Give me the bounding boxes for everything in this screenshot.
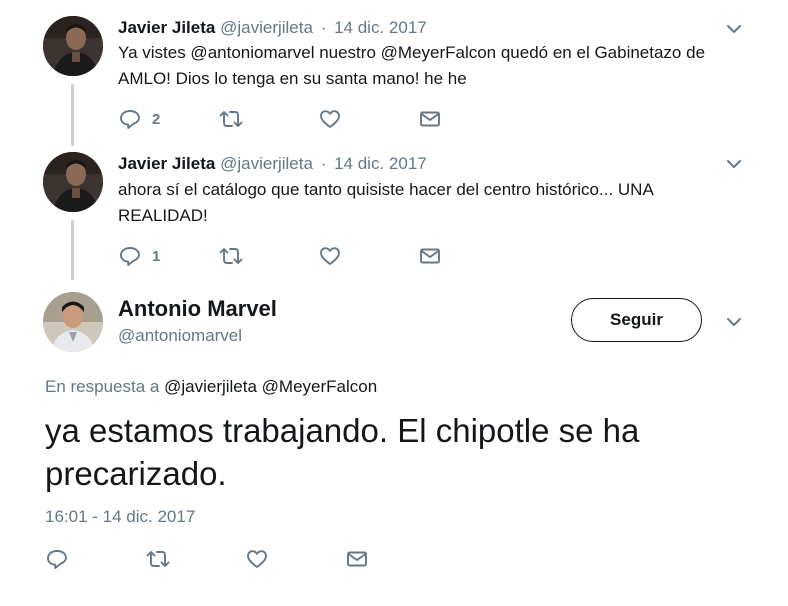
reply-icon <box>118 107 142 131</box>
heart-icon <box>318 244 342 268</box>
author-handle[interactable]: @antoniomarvel <box>118 326 242 346</box>
chevron-down-icon[interactable] <box>723 18 745 40</box>
reply-icon <box>118 244 142 268</box>
separator: · <box>320 154 327 173</box>
tweet-date[interactable]: 14 dic. 2017 <box>334 18 427 37</box>
tweet-text: ya estamos trabajando. El chipotle se ha… <box>45 412 640 492</box>
thread-tweet-1[interactable]: Javier Jileta @javierjileta · 14 dic. 20… <box>0 0 788 150</box>
author-name[interactable]: Javier Jileta <box>118 154 215 173</box>
heart-icon <box>245 547 269 571</box>
thread-connector <box>71 220 74 280</box>
reply-prefix: En respuesta a <box>45 377 160 396</box>
thread-connector <box>71 84 74 146</box>
retweet-icon <box>218 244 244 268</box>
retweet-icon <box>218 107 244 131</box>
reply-context: En respuesta a @javierjileta @MeyerFalco… <box>45 377 377 397</box>
thread-tweet-2[interactable]: Javier Jileta @javierjileta · 14 dic. 20… <box>0 146 788 286</box>
chevron-down-icon[interactable] <box>723 153 745 175</box>
like-button[interactable] <box>318 105 342 133</box>
tweet-text: Ya vistes @antoniomarvel nuestro @MeyerF… <box>118 43 706 88</box>
message-button[interactable] <box>345 545 369 573</box>
tweet-header: Javier Jileta @javierjileta · 14 dic. 20… <box>118 18 427 38</box>
retweet-button[interactable] <box>145 545 171 573</box>
message-button[interactable] <box>418 242 442 270</box>
like-button[interactable] <box>245 545 269 573</box>
avatar[interactable] <box>43 152 103 212</box>
tweet-date[interactable]: 14 dic. 2017 <box>334 154 427 173</box>
retweet-button[interactable] <box>218 242 244 270</box>
separator: · <box>320 18 327 37</box>
like-button[interactable] <box>318 242 342 270</box>
envelope-icon <box>418 244 442 268</box>
tweet-text: ahora sí el catálogo que tanto quisiste … <box>118 180 653 225</box>
reply-button[interactable]: 2 <box>118 105 160 133</box>
avatar[interactable] <box>43 292 103 352</box>
envelope-icon <box>418 107 442 131</box>
chevron-down-icon[interactable] <box>723 311 745 333</box>
follow-button[interactable]: Seguir <box>571 298 702 342</box>
heart-icon <box>318 107 342 131</box>
reply-icon <box>45 547 69 571</box>
author-handle[interactable]: @javierjileta <box>220 154 313 173</box>
reply-mentions[interactable]: @javierjileta @MeyerFalcon <box>164 377 377 396</box>
reply-button[interactable] <box>45 545 69 573</box>
reply-count: 2 <box>152 110 161 128</box>
tweet-header: Javier Jileta @javierjileta · 14 dic. 20… <box>118 154 427 174</box>
tweet-timestamp[interactable]: 16:01 - 14 dic. 2017 <box>45 507 195 527</box>
reply-count: 1 <box>152 247 161 265</box>
avatar[interactable] <box>43 16 103 76</box>
retweet-button[interactable] <box>218 105 244 133</box>
envelope-icon <box>345 547 369 571</box>
author-name[interactable]: Javier Jileta <box>118 18 215 37</box>
message-button[interactable] <box>418 105 442 133</box>
author-name[interactable]: Antonio Marvel <box>118 296 277 322</box>
reply-button[interactable]: 1 <box>118 242 160 270</box>
author-handle[interactable]: @javierjileta <box>220 18 313 37</box>
retweet-icon <box>145 547 171 571</box>
